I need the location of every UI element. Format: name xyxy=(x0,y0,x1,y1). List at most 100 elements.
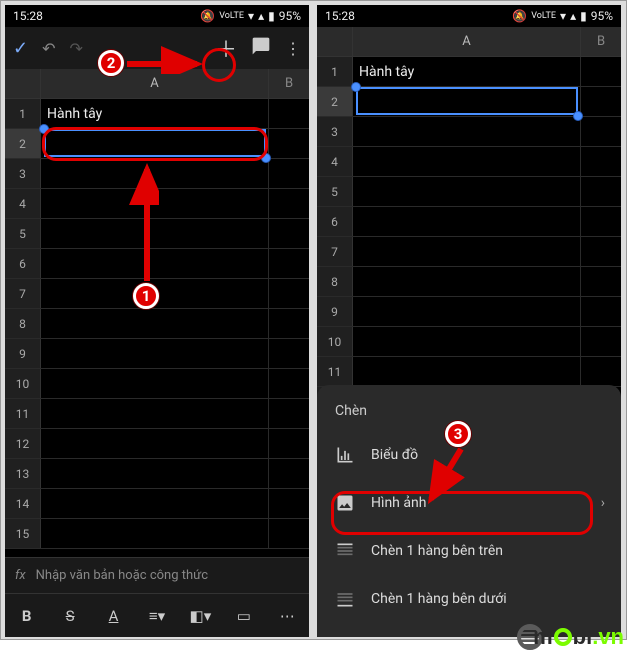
table-row[interactable]: 15 xyxy=(5,519,309,549)
cell-A[interactable]: Hành tây xyxy=(41,99,269,128)
row-number[interactable]: 1 xyxy=(317,57,353,86)
cell-B[interactable] xyxy=(581,117,621,146)
cell-A[interactable] xyxy=(353,207,581,236)
cell-B[interactable] xyxy=(269,99,309,128)
row-number[interactable]: 6 xyxy=(5,249,41,278)
redo-button[interactable]: ↷ xyxy=(70,39,83,58)
cell-A[interactable] xyxy=(41,519,269,548)
selection-handle-tl[interactable] xyxy=(351,82,361,92)
cell-A[interactable] xyxy=(41,429,269,458)
row-number[interactable]: 8 xyxy=(5,309,41,338)
cell-B[interactable] xyxy=(581,207,621,236)
row-number[interactable]: 4 xyxy=(5,189,41,218)
row-number[interactable]: 12 xyxy=(5,429,41,458)
row-number[interactable]: 6 xyxy=(317,207,353,236)
cell-B[interactable] xyxy=(269,309,309,338)
table-row[interactable]: 14 xyxy=(5,489,309,519)
bold-button[interactable]: B xyxy=(13,607,41,625)
row-number[interactable]: 14 xyxy=(5,489,41,518)
row-number[interactable]: 11 xyxy=(5,399,41,428)
cell-B[interactable] xyxy=(269,159,309,188)
table-row[interactable]: 13 xyxy=(5,459,309,489)
row-number[interactable]: 7 xyxy=(317,237,353,266)
cell-B[interactable] xyxy=(581,147,621,176)
formula-bar[interactable]: fx Nhập văn bản hoặc công thức xyxy=(5,557,309,593)
cell-A[interactable] xyxy=(41,309,269,338)
cell-A[interactable] xyxy=(353,117,581,146)
cell-B[interactable] xyxy=(581,57,621,86)
cell-A[interactable] xyxy=(41,399,269,428)
cell-B[interactable] xyxy=(581,87,621,116)
merge-button[interactable]: ▭ xyxy=(230,607,258,625)
row-number[interactable]: 5 xyxy=(317,177,353,206)
cell-B[interactable] xyxy=(269,489,309,518)
cell-A[interactable] xyxy=(41,369,269,398)
row-number[interactable]: 3 xyxy=(5,159,41,188)
row-number[interactable]: 1 xyxy=(5,99,41,128)
cell-B[interactable] xyxy=(269,279,309,308)
cell-A[interactable] xyxy=(353,327,581,356)
cell-B[interactable] xyxy=(581,237,621,266)
table-row[interactable]: 12 xyxy=(5,429,309,459)
cell-B[interactable] xyxy=(269,519,309,548)
row-number[interactable]: 5 xyxy=(5,219,41,248)
cell-A[interactable] xyxy=(41,339,269,368)
cell-B[interactable] xyxy=(581,177,621,206)
cell-A[interactable] xyxy=(353,237,581,266)
col-B[interactable]: B xyxy=(581,27,621,56)
table-row[interactable]: 5 xyxy=(317,177,621,207)
table-row[interactable]: 3 xyxy=(317,117,621,147)
table-row[interactable]: 1Hành tây xyxy=(5,99,309,129)
row-number[interactable]: 13 xyxy=(5,459,41,488)
table-row[interactable]: 9 xyxy=(5,339,309,369)
col-A[interactable]: A xyxy=(353,27,581,56)
table-row[interactable]: 8 xyxy=(5,309,309,339)
menu-item-row-below[interactable]: Chèn 1 hàng bên dưới xyxy=(317,575,621,623)
cell-A[interactable] xyxy=(353,357,581,386)
cell-B[interactable] xyxy=(269,339,309,368)
align-button[interactable]: ≡▾ xyxy=(143,607,171,625)
table-row[interactable]: 11 xyxy=(5,399,309,429)
cell-A[interactable] xyxy=(41,459,269,488)
overflow-button[interactable]: ⋮ xyxy=(285,39,301,58)
row-number[interactable]: 8 xyxy=(317,267,353,296)
table-row[interactable]: 6 xyxy=(317,207,621,237)
cell-B[interactable] xyxy=(269,459,309,488)
text-color-button[interactable]: A xyxy=(100,607,128,625)
cell-A[interactable] xyxy=(353,87,581,116)
cell-B[interactable] xyxy=(581,327,621,356)
confirm-button[interactable]: ✓ xyxy=(13,38,28,59)
comment-button[interactable] xyxy=(251,36,271,60)
fill-color-button[interactable]: ◧▾ xyxy=(186,607,214,625)
table-row[interactable]: 10 xyxy=(5,369,309,399)
table-row[interactable]: 8 xyxy=(317,267,621,297)
cell-B[interactable] xyxy=(269,429,309,458)
row-number[interactable]: 9 xyxy=(5,339,41,368)
cell-A[interactable] xyxy=(41,489,269,518)
cell-B[interactable] xyxy=(581,297,621,326)
table-row[interactable]: 10 xyxy=(317,327,621,357)
cell-B[interactable] xyxy=(269,129,309,158)
row-number[interactable]: 2 xyxy=(317,87,353,116)
row-number[interactable]: 4 xyxy=(317,147,353,176)
row-number[interactable]: 9 xyxy=(317,297,353,326)
cell-A[interactable] xyxy=(353,267,581,296)
cell-A[interactable] xyxy=(353,147,581,176)
strike-button[interactable]: S xyxy=(56,607,84,625)
row-number[interactable]: 11 xyxy=(317,357,353,386)
row-number[interactable]: 3 xyxy=(317,117,353,146)
row-number[interactable]: 7 xyxy=(5,279,41,308)
table-row[interactable]: 9 xyxy=(317,297,621,327)
table-row[interactable]: 4 xyxy=(317,147,621,177)
cell-A[interactable]: Hành tây xyxy=(353,57,581,86)
row-number[interactable]: 2 xyxy=(5,129,41,158)
cell-B[interactable] xyxy=(269,399,309,428)
row-number[interactable]: 15 xyxy=(5,519,41,548)
cell-B[interactable] xyxy=(269,189,309,218)
selection-handle-br[interactable] xyxy=(573,111,583,121)
cell-A[interactable] xyxy=(353,297,581,326)
row-number[interactable]: 10 xyxy=(5,369,41,398)
table-row[interactable]: 1Hành tây xyxy=(317,57,621,87)
row-number[interactable]: 10 xyxy=(317,327,353,356)
col-B[interactable]: B xyxy=(269,69,309,98)
